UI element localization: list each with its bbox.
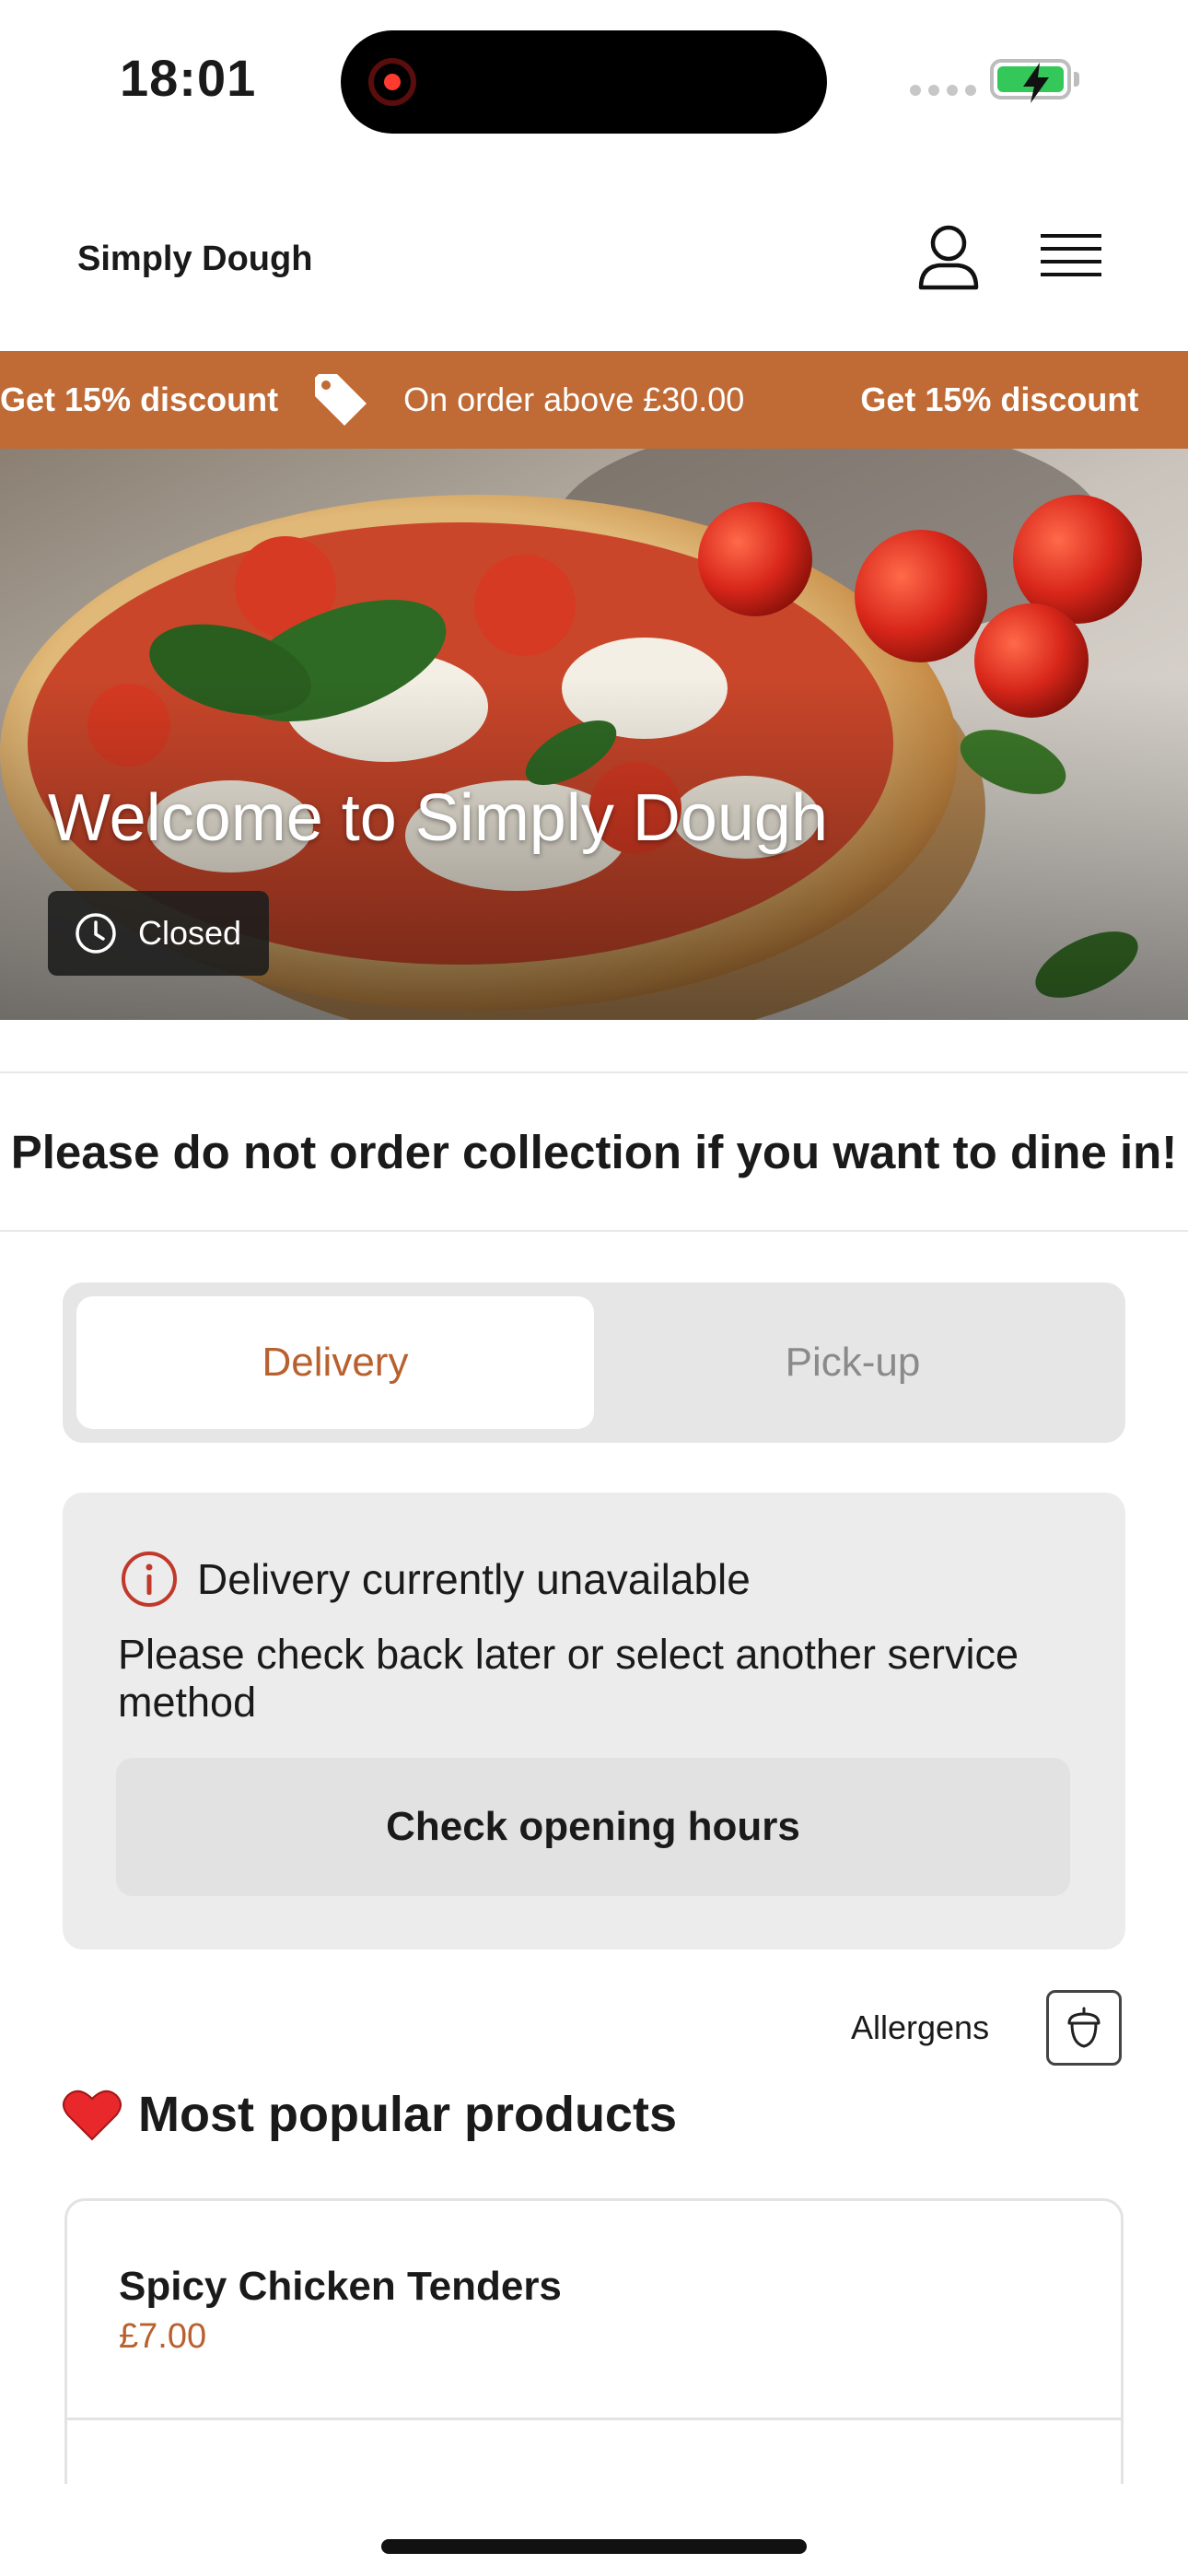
- product-card[interactable]: Spicy Chicken Tenders £7.00: [67, 2201, 1121, 2420]
- unavailable-message: Please check back later or select anothe…: [118, 1631, 1019, 1726]
- status-bar: 18:01: [0, 0, 1188, 157]
- app-header: Simply Dough: [0, 184, 1188, 350]
- promo-banner: Get 15% discount On order above £30.00 G…: [0, 351, 1188, 449]
- dynamic-island: [341, 30, 827, 134]
- acorn-icon: [1067, 2007, 1101, 2048]
- battery-charging-icon: [990, 59, 1071, 103]
- heart-icon: [63, 2090, 122, 2141]
- info-alert-icon: [122, 1551, 177, 1607]
- promo-discount-text-repeat: Get 15% discount: [860, 381, 1139, 418]
- store-status-text: Closed: [138, 914, 242, 952]
- tab-pickup[interactable]: Pick-up: [594, 1296, 1112, 1429]
- hero-title: Welcome to Simply Dough: [48, 781, 829, 855]
- status-time: 18:01: [120, 49, 257, 107]
- tab-delivery[interactable]: Delivery: [76, 1296, 594, 1429]
- brand-name[interactable]: Simply Dough: [77, 240, 312, 279]
- store-status-badge: Closed: [48, 891, 270, 976]
- promo-discount-text: Get 15% discount: [0, 381, 279, 418]
- product-price: £7.00: [119, 2317, 207, 2356]
- clock-icon: [76, 913, 116, 954]
- service-method-toggle: Delivery Pick-up: [63, 1282, 1125, 1443]
- battery-cap: [1074, 72, 1079, 87]
- popular-title: Most popular products: [138, 2087, 677, 2142]
- cellular-signal-icon: [910, 85, 976, 96]
- unavailable-title: Delivery currently unavailable: [197, 1555, 751, 1603]
- popular-heading: Most popular products: [63, 2086, 677, 2143]
- promo-condition-text: On order above £30.00: [403, 381, 745, 418]
- dine-in-notice: Please do not order collection if you wa…: [0, 1071, 1188, 1232]
- product-name: Spicy Chicken Tenders: [119, 2264, 562, 2309]
- promo-marquee: Get 15% discount On order above £30.00 G…: [0, 351, 1138, 449]
- price-tag-icon: [315, 374, 367, 426]
- popular-product-list: Spicy Chicken Tenders £7.00: [64, 2198, 1124, 2484]
- unavailable-header: Delivery currently unavailable: [120, 1550, 751, 1609]
- allergens-label: Allergens: [851, 2008, 990, 2046]
- hero-banner: Welcome to Simply Dough Closed: [0, 449, 1188, 1020]
- app-screen: 18:01 Simply Dough Get 15% discount On o…: [0, 0, 1188, 2576]
- allergens-button[interactable]: [1046, 1990, 1122, 2066]
- delivery-unavailable-card: Delivery currently unavailable Please ch…: [63, 1493, 1125, 1950]
- hamburger-menu-icon[interactable]: [1039, 228, 1103, 287]
- user-account-icon[interactable]: [912, 221, 985, 295]
- dine-in-notice-text: Please do not order collection if you wa…: [10, 1125, 1178, 1178]
- home-indicator[interactable]: [381, 2539, 807, 2554]
- recording-indicator-icon: [368, 58, 416, 106]
- check-opening-hours-button[interactable]: Check opening hours: [116, 1758, 1070, 1896]
